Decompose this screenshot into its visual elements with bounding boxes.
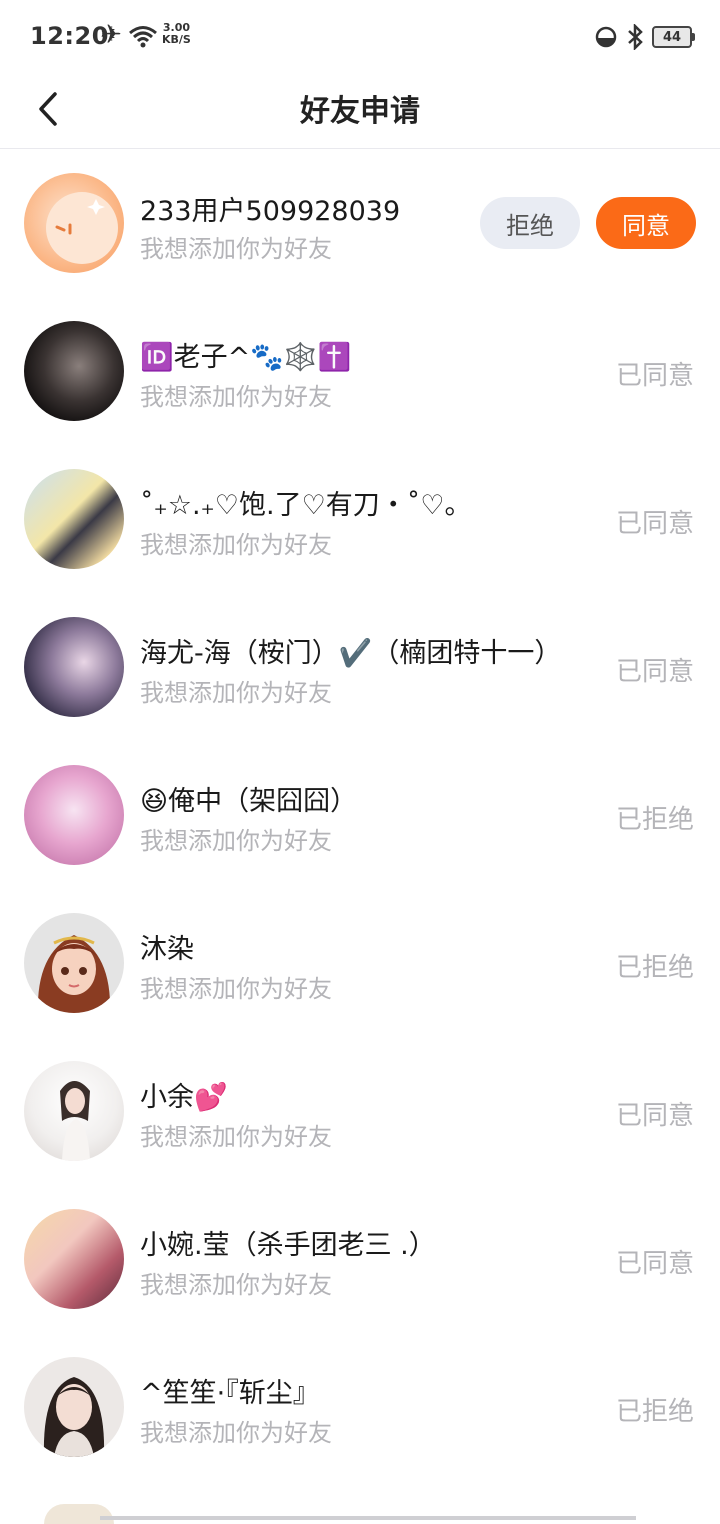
avatar-illustration [43, 1377, 105, 1457]
status-time: 12:20 [30, 22, 109, 50]
avatar [44, 1504, 114, 1524]
avatar-illustration [37, 935, 111, 1013]
avatar[interactable] [24, 1209, 124, 1309]
request-message: 我想添加你为好友 [140, 975, 332, 1003]
list-item[interactable]: ^笙笙·『斩尘』 我想添加你为好友 已拒绝 [0, 1333, 720, 1481]
list-item[interactable]: 小婉.莹（杀手团老三 .） 我想添加你为好友 已同意 [0, 1185, 720, 1333]
network-speed: 3.00 KB/S [162, 22, 191, 46]
request-status: 已拒绝 [615, 1397, 694, 1427]
divider [100, 1516, 636, 1520]
wifi-icon [129, 26, 157, 48]
request-status: 已拒绝 [615, 953, 694, 983]
status-right: 44 [594, 22, 695, 52]
battery-icon: 44 [652, 26, 695, 48]
requester-name: 海尤-海（桉门）✔️（楠团特十一） [140, 638, 562, 669]
list-item[interactable]: 😆俺中（架囧囧） 我想添加你为好友 已拒绝 [0, 741, 720, 889]
request-status: 已同意 [615, 1101, 694, 1131]
battery-level: 44 [662, 29, 682, 45]
avatar[interactable] [24, 913, 124, 1013]
requester-name: 小余💕 [140, 1082, 228, 1113]
requester-name: 沐染 [140, 934, 194, 965]
list-item[interactable]: 🆔老子^🐾🕸️✝️ 我想添加你为好友 已同意 [0, 297, 720, 445]
avatar[interactable] [24, 469, 124, 569]
requester-name: 😆俺中（架囧囧） [140, 786, 358, 817]
avatar[interactable] [24, 321, 124, 421]
requester-name: 小婉.莹（杀手团老三 .） [140, 1230, 436, 1261]
avatar[interactable] [24, 1061, 124, 1161]
friend-request-list: 233用户509928039 我想添加你为好友 拒绝 同意 🆔老子^🐾🕸️✝️ … [0, 149, 720, 1481]
request-status: 已同意 [615, 657, 694, 687]
data-saver-icon [595, 26, 617, 48]
request-status: 已拒绝 [615, 805, 694, 835]
request-status: 已同意 [615, 361, 694, 391]
request-message: 我想添加你为好友 [140, 679, 332, 707]
bluetooth-icon [628, 24, 643, 50]
avatar[interactable] [24, 617, 124, 717]
header: 好友申请 [0, 72, 720, 149]
list-item[interactable]: ˚₊☆.₊♡饱.了♡有刀・˚♡。 我想添加你为好友 已同意 [0, 445, 720, 593]
list-item[interactable]: 海尤-海（桉门）✔️（楠团特十一） 我想添加你为好友 已同意 [0, 593, 720, 741]
request-message: 我想添加你为好友 [140, 827, 332, 855]
requester-name: ^笙笙·『斩尘』 [140, 1378, 320, 1409]
airplane-icon: ✈ [100, 20, 122, 50]
page-title: 好友申请 [300, 94, 420, 129]
list-item[interactable]: 233用户509928039 我想添加你为好友 拒绝 同意 [0, 149, 720, 297]
avatar[interactable] [24, 1357, 124, 1457]
request-message: 我想添加你为好友 [140, 531, 332, 559]
accept-button[interactable]: 同意 [596, 197, 696, 249]
request-message: 我想添加你为好友 [140, 1271, 332, 1299]
list-item[interactable]: 沐染 我想添加你为好友 已拒绝 [0, 889, 720, 1037]
request-message: 我想添加你为好友 [140, 1419, 332, 1447]
request-status: 已同意 [615, 509, 694, 539]
request-message: 我想添加你为好友 [140, 235, 332, 263]
requester-name: 233用户509928039 [140, 196, 401, 227]
default-avatar-icon [46, 192, 118, 264]
network-speed-unit: KB/S [162, 33, 191, 46]
request-message: 我想添加你为好友 [140, 1123, 332, 1151]
avatar[interactable] [24, 765, 124, 865]
reject-button[interactable]: 拒绝 [480, 197, 580, 249]
status-bar: 12:20 ✈ 3.00 KB/S 44 [0, 0, 720, 72]
avatar[interactable] [24, 173, 124, 273]
request-message: 我想添加你为好友 [140, 383, 332, 411]
list-item[interactable]: 小余💕 我想添加你为好友 已同意 [0, 1037, 720, 1185]
next-list-item-partial [0, 1500, 720, 1524]
requester-name: 🆔老子^🐾🕸️✝️ [140, 342, 352, 373]
avatar-illustration [60, 1081, 90, 1161]
request-status: 已同意 [615, 1249, 694, 1279]
requester-name: ˚₊☆.₊♡饱.了♡有刀・˚♡。 [140, 490, 472, 521]
